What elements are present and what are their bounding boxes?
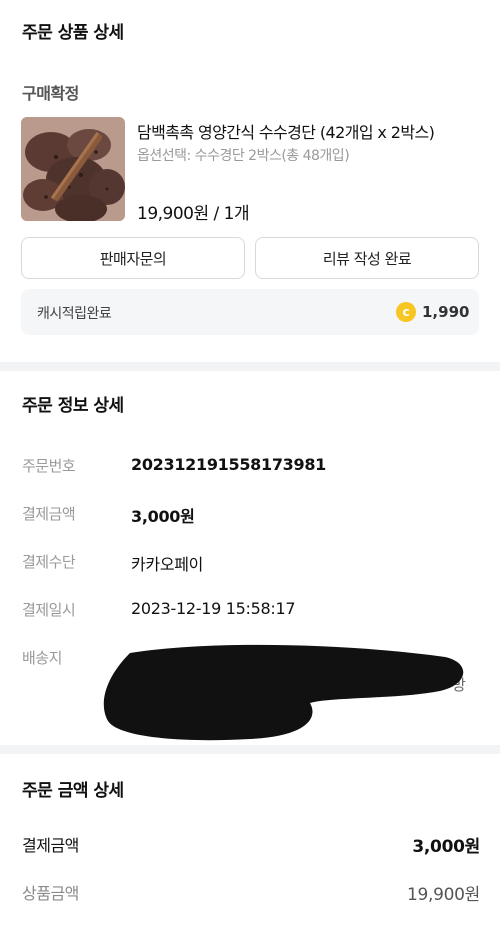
info-row-payment-method: 결제수단 카카오페이: [22, 551, 482, 575]
seller-inquiry-button[interactable]: 판매자문의: [21, 237, 245, 279]
payment-date-value: 2023-12-19 15:58:17: [131, 599, 296, 618]
order-info-section: 주문 정보 상세 주문번호 202312191558173981 결제금액 3,…: [0, 371, 500, 745]
info-section-title: 주문 정보 상세: [22, 396, 124, 416]
info-label: 결제일시: [22, 601, 76, 619]
payment-total-label: 결제금액: [22, 836, 79, 855]
address-redaction: [103, 644, 464, 741]
info-label: 주문번호: [22, 457, 76, 475]
info-row-payment-date: 결제일시 2023-12-19 15:58:17: [22, 599, 482, 623]
product-thumbnail[interactable]: [21, 117, 125, 221]
order-number-value: 202312191558173981: [131, 455, 326, 474]
info-label: 배송지: [22, 649, 62, 667]
payment-amount-value: 3,000원: [131, 507, 195, 526]
cash-reward-label: 캐시적립완료: [37, 306, 112, 322]
info-row-payment-amount: 결제금액 3,000원: [22, 503, 482, 527]
review-complete-button[interactable]: 리뷰 작성 완료: [255, 237, 479, 279]
info-label: 결제금액: [22, 505, 76, 523]
payment-method-value: 카카오페이: [131, 555, 204, 574]
info-row-order-number: 주문번호 202312191558173981: [22, 455, 482, 479]
cash-reward-amount: 1,990: [422, 303, 470, 321]
product-section-title: 주문 상품 상세: [22, 23, 124, 43]
product-name[interactable]: 담백촉촉 영양간식 수수경단 (42개입 x 2박스): [137, 119, 487, 143]
amount-section-title: 주문 금액 상세: [22, 781, 124, 801]
product-total-value: 19,900원: [406, 885, 480, 905]
info-label: 결제수단: [22, 553, 76, 571]
order-status: 구매확정: [22, 84, 79, 103]
product-option: 옵션선택: 수수경단 2박스(총 48개입): [137, 148, 350, 164]
order-amount-section: 주문 금액 상세 결제금액 3,000원 상품금액 19,900원: [0, 754, 500, 925]
amount-row-payment: 결제금액 3,000원: [22, 832, 480, 858]
cash-reward-box: 캐시적립완료 c 1,990: [21, 289, 479, 335]
coin-icon: c: [396, 302, 416, 322]
payment-total-value: 3,000원: [412, 837, 480, 857]
product-price-quantity: 19,900원 / 1개: [137, 204, 250, 224]
amount-row-product: 상품금액 19,900원: [22, 880, 480, 906]
order-product-section: 주문 상품 상세 구매확정 담백촉촉 영양간식 수수경단 (42개입 x 2박스…: [0, 0, 500, 362]
product-total-label: 상품금액: [22, 884, 79, 903]
